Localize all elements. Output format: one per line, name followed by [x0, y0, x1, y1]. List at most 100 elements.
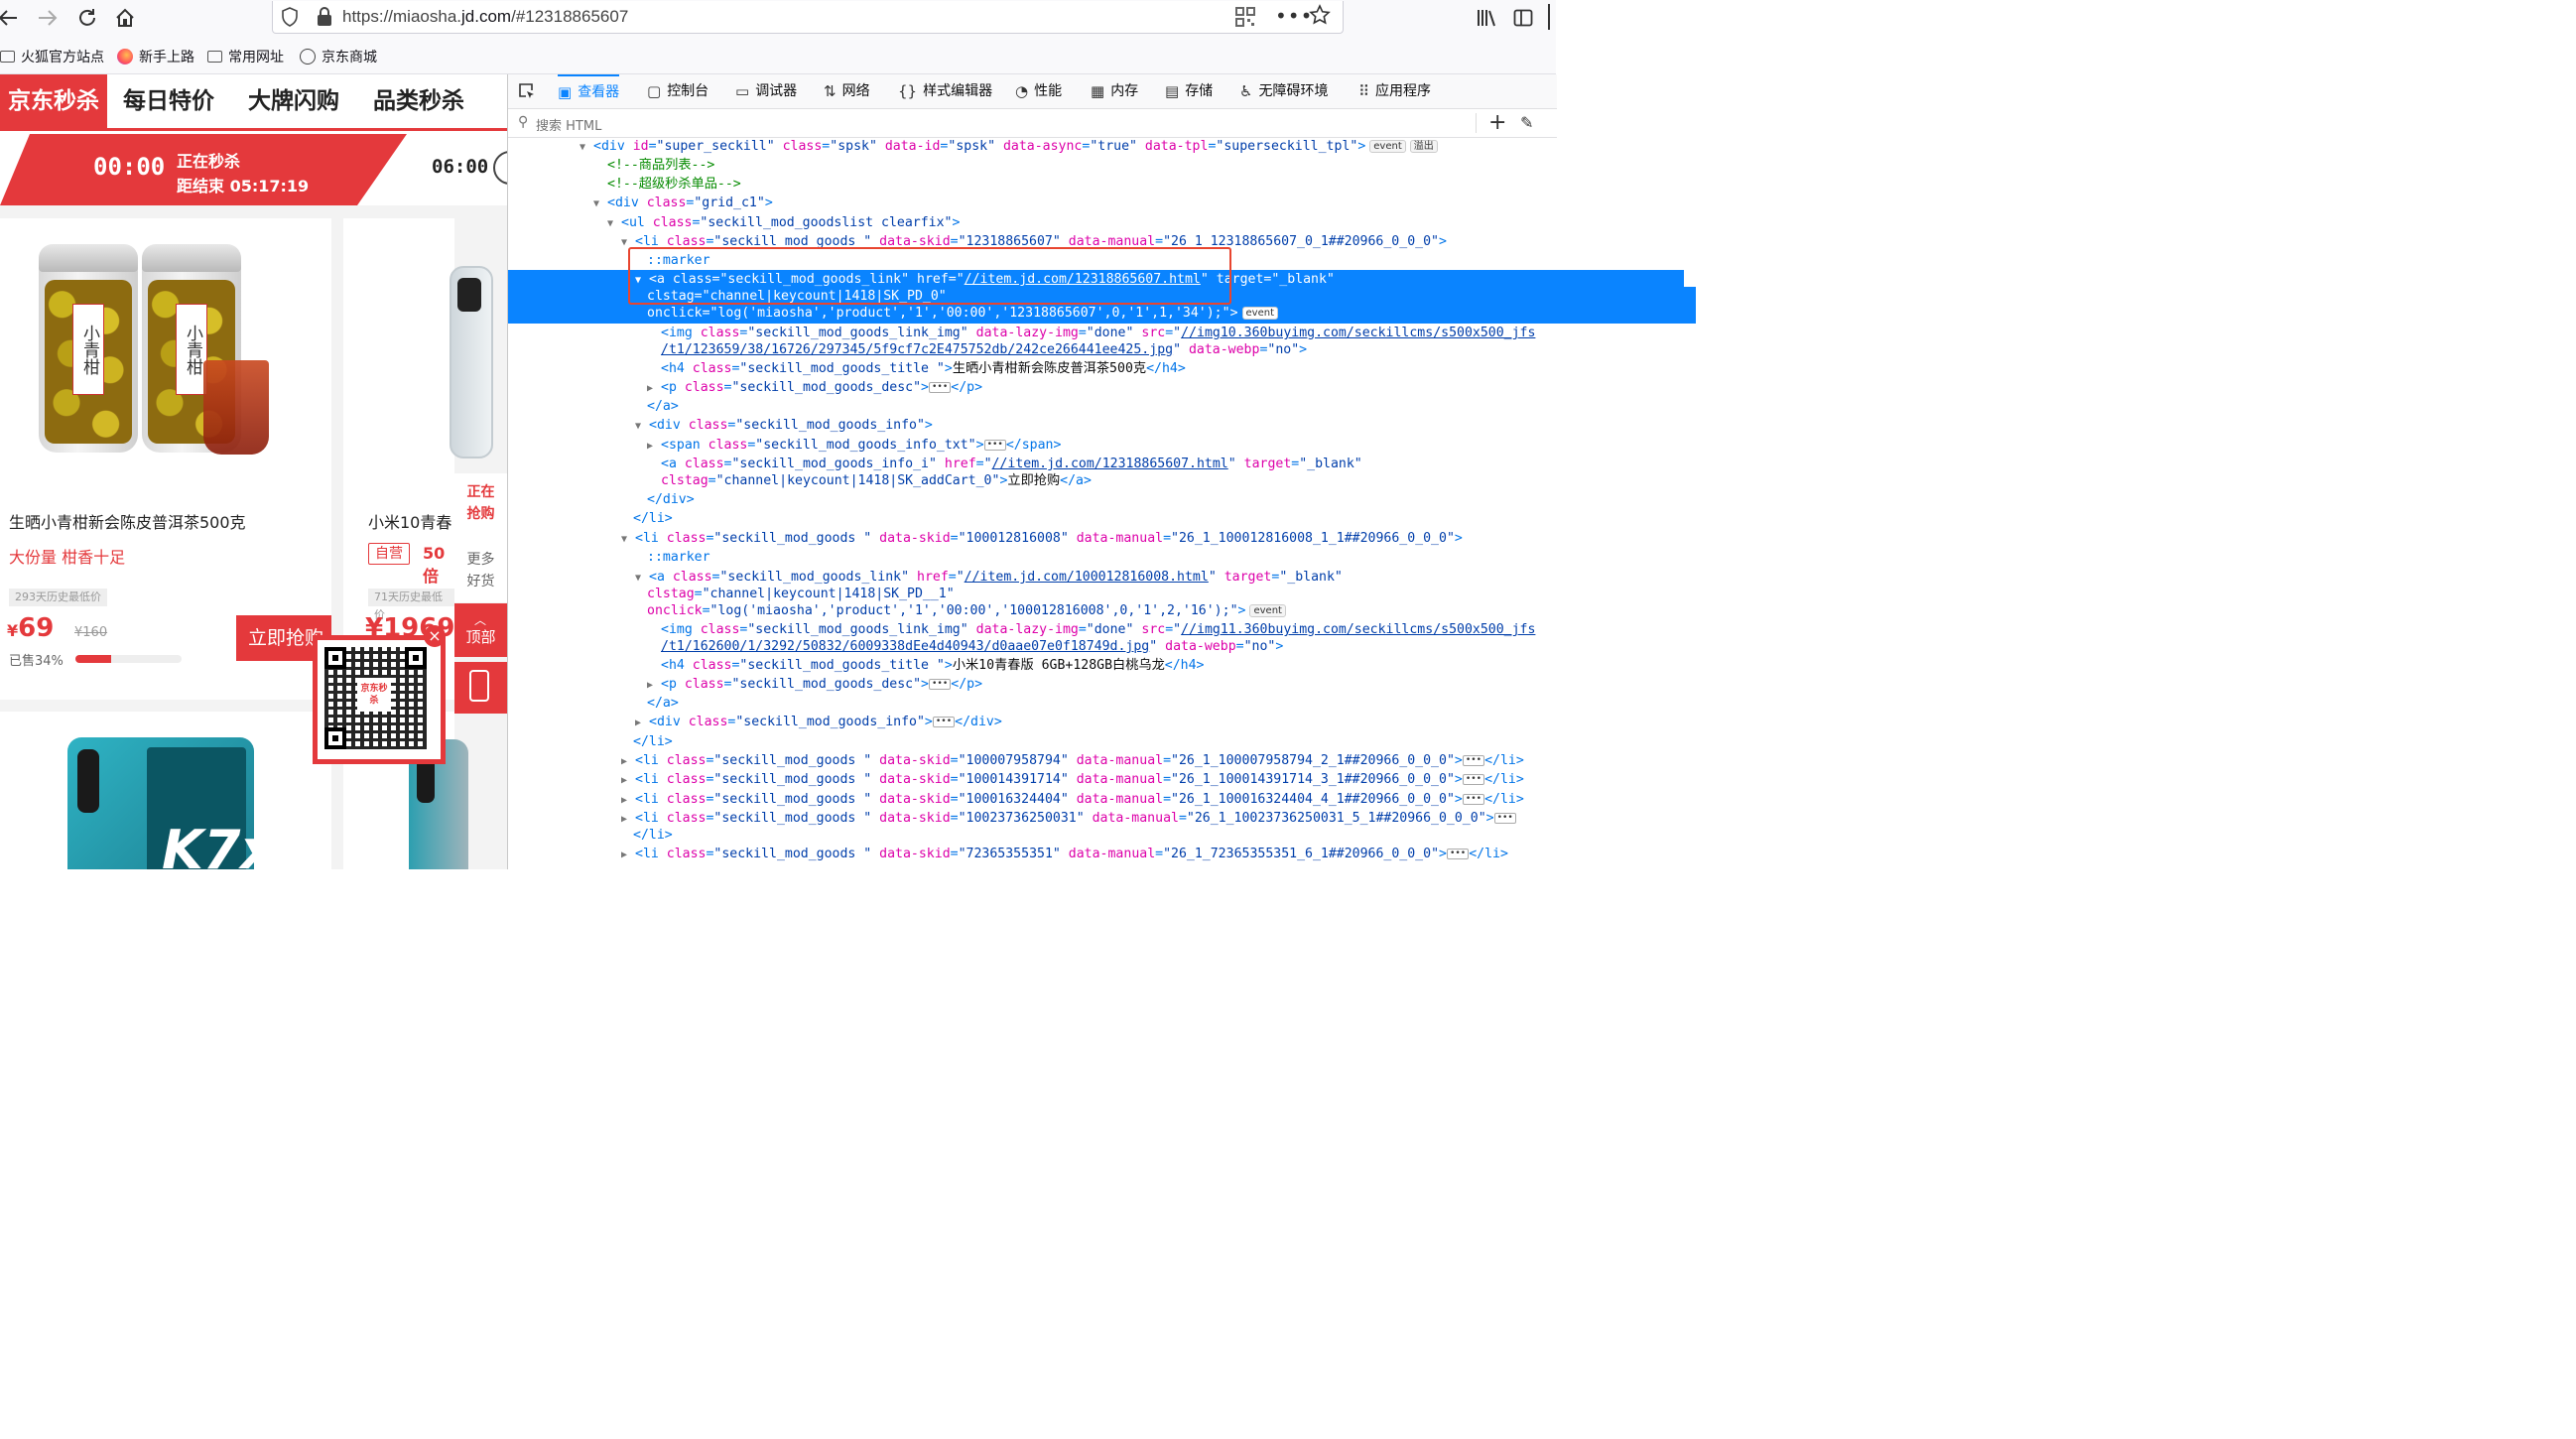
bookmark-star-icon[interactable]: [1309, 4, 1331, 30]
side-more-goods[interactable]: 更多 好货: [454, 549, 507, 592]
back-to-top-label: 顶部: [465, 628, 496, 646]
element-picker-icon: [519, 83, 534, 98]
devtools-panel: ▣ 查看器 ▢ 控制台 ▭ 调试器 ⇅ 网络 {} 样式编辑器 ◔ 性能 ▦ 内存 ▤ 存储 ♿…: [507, 74, 1696, 869]
tree-node[interactable]: ▶ <p class="seckill_mod_goods_desc"> ••• </…: [508, 675, 1696, 694]
style-editor-icon: {}: [898, 82, 918, 100]
tree-node[interactable]: </a>: [508, 397, 1696, 416]
bookmark-common-urls[interactable]: 常用网址: [207, 47, 284, 66]
product-title[interactable]: 生晒小青柑新会陈皮普洱茶500克: [9, 509, 246, 533]
nav-brand-flash[interactable]: 大牌闪购: [248, 74, 339, 128]
sold-percent: 已售34%: [9, 654, 64, 669]
tree-node[interactable]: </li>: [508, 826, 1682, 845]
tree-node[interactable]: </a>: [508, 694, 1696, 713]
performance-icon: ◔: [1015, 82, 1029, 100]
tab-network[interactable]: ⇅ 网络: [824, 74, 870, 108]
qr-code-popup: 京东秒杀: [313, 635, 446, 764]
tab-performance[interactable]: ◔ 性能: [1015, 74, 1062, 108]
add-node-button[interactable]: +: [1488, 110, 1506, 135]
jar-label: 小青柑: [72, 304, 104, 395]
tree-node[interactable]: ▶ <p class="seckill_mod_goods_desc"> ••• </…: [508, 378, 1696, 397]
bookmark-getting-started[interactable]: 新手上路: [117, 47, 194, 66]
tree-node[interactable]: onclick="log('miaosha','product','1','00…: [508, 601, 1696, 620]
tree-node[interactable]: ▶ <span class="seckill_mod_goods_info_txt…: [508, 436, 1696, 455]
phone-image[interactable]: [450, 266, 493, 458]
next-slot-time[interactable]: 06:00: [432, 156, 488, 178]
tree-node[interactable]: clstag="channel|keycount|1418|SK_addCart…: [508, 471, 1710, 490]
product-card[interactable]: 小青柑 小青柑 生晒小青柑新会陈皮普洱茶500克 大份量 柑香十足 293天历史…: [0, 218, 331, 700]
qr-close-button[interactable]: ×: [424, 625, 446, 647]
element-picker-button[interactable]: [518, 74, 536, 108]
tree-node[interactable]: ▶ <div class="seckill_mod_goods_info"> •••…: [508, 713, 1684, 731]
tab-application[interactable]: ⠿ 应用程序: [1358, 74, 1431, 108]
tab-debugger[interactable]: ▭ 调试器: [735, 74, 797, 108]
tree-node[interactable]: </div>: [508, 490, 1696, 509]
product-title[interactable]: 小米10青春: [368, 509, 451, 533]
tab-storage[interactable]: ▤ 存储: [1165, 74, 1213, 108]
tab-memory[interactable]: ▦ 内存: [1091, 74, 1138, 108]
browser-toolbar: https://miaosha.jd.com/#12318865607 •••: [0, 0, 1556, 38]
tree-node[interactable]: /t1/162600/1/3292/50832/6009338dEe4d4094…: [508, 637, 1710, 656]
eyedropper-icon[interactable]: ✎: [1520, 113, 1533, 132]
tree-node[interactable]: ▶ <li class="seckill_mod_goods " data-ski…: [508, 845, 1670, 863]
event-badge[interactable]: event: [1249, 603, 1286, 617]
tree-node[interactable]: ▶ <li class="seckill_mod_goods " data-ski…: [508, 770, 1670, 789]
tree-node[interactable]: ▼ <div id="super_seckill" class="spsk" da…: [508, 137, 1628, 156]
sidebar-toggle-icon[interactable]: [1509, 4, 1537, 32]
product-subtitle: 50倍: [423, 544, 446, 586]
reload-icon[interactable]: [73, 4, 101, 32]
forward-arrow-icon[interactable]: [34, 4, 62, 32]
tree-node[interactable]: ▶ <li class="seckill_mod_goods " data-ski…: [508, 751, 1670, 770]
qr-code-icon[interactable]: [1235, 7, 1255, 31]
side-now-seckill[interactable]: 正在 抢购: [454, 481, 507, 525]
tree-node[interactable]: ▼ <div class="grid_c1">: [508, 194, 1642, 212]
tree-node[interactable]: ▼ <li class="seckill_mod_goods " data-ski…: [508, 529, 1670, 548]
tab-console[interactable]: ▢ 控制台: [647, 74, 708, 108]
tree-node[interactable]: <h4 class="seckill_mod_goods_title ">生晒小…: [508, 359, 1710, 378]
history-low-badge: 71天历史最低价: [368, 589, 454, 621]
tree-node[interactable]: ▼ <div class="seckill_mod_goods_info">: [508, 416, 1684, 435]
devtools-tabs: ▣ 查看器 ▢ 控制台 ▭ 调试器 ⇅ 网络 {} 样式编辑器 ◔ 性能 ▦ 内存 ▤ 存储 ♿…: [508, 74, 1557, 109]
url-bar[interactable]: https://miaosha.jd.com/#12318865607 •••: [272, 1, 1344, 34]
home-icon[interactable]: [111, 4, 139, 32]
tree-pseudo[interactable]: ::marker: [508, 548, 1696, 567]
storage-icon: ▤: [1165, 82, 1180, 100]
mobile-app-button[interactable]: [454, 662, 507, 714]
phone-image[interactable]: K7x: [67, 737, 275, 869]
bookmark-jd-mall[interactable]: 京东商城: [300, 47, 377, 66]
overflow-badge[interactable]: 溢出: [1409, 139, 1438, 153]
folder-icon: [0, 51, 15, 63]
back-to-top-button[interactable]: ︿ 顶部: [454, 603, 507, 657]
tree-node[interactable]: /t1/123659/38/16726/297345/5f9cf7c2E4757…: [508, 340, 1710, 359]
bookmark-label: 火狐官方站点: [21, 49, 104, 65]
html-search-input[interactable]: 搜索 HTML: [536, 115, 601, 134]
lock-icon[interactable]: [317, 7, 332, 31]
tree-node[interactable]: </li>: [508, 732, 1682, 751]
product-image[interactable]: 小青柑 小青柑: [35, 238, 283, 466]
original-price: ¥160: [74, 625, 108, 640]
library-icon[interactable]: [1473, 4, 1500, 32]
product-card[interactable]: K7x: [0, 712, 331, 869]
tracking-shield-icon[interactable]: [281, 7, 299, 31]
nav-daily-deals[interactable]: 每日特价: [123, 74, 214, 128]
url-text[interactable]: https://miaosha.jd.com/#12318865607: [342, 7, 628, 27]
tab-style-editor[interactable]: {} 样式编辑器: [898, 74, 992, 108]
next-slot-arrow[interactable]: [493, 151, 507, 185]
event-badge[interactable]: event: [1369, 139, 1406, 153]
tree-node[interactable]: ▶ <li class="seckill_mod_goods " data-ski…: [508, 790, 1670, 809]
tree-comment[interactable]: <!--超级秒杀单品-->: [508, 175, 1656, 194]
bookmark-firefox-site[interactable]: 火狐官方站点: [0, 47, 104, 66]
tree-node[interactable]: </li>: [508, 509, 1682, 528]
page-actions-icon[interactable]: •••: [1275, 4, 1313, 28]
category-nav: 京东秒杀 每日特价 大牌闪购 品类秒杀: [0, 74, 507, 131]
tree-node[interactable]: <h4 class="seckill_mod_goods_title ">小米1…: [508, 656, 1710, 675]
tree-comment[interactable]: <!--商品列表-->: [508, 156, 1656, 175]
nav-category-seckill[interactable]: 品类秒杀: [373, 74, 464, 128]
tree-node[interactable]: ▼ <ul class="seckill_mod_goodslist clearf…: [508, 213, 1656, 232]
back-arrow-icon[interactable]: [0, 4, 22, 32]
tab-accessibility[interactable]: ♿ 无障碍环境: [1239, 74, 1328, 108]
tree-node-selected[interactable]: onclick="log('miaosha','product','1','00…: [508, 304, 1696, 324]
event-badge[interactable]: event: [1241, 306, 1279, 320]
tab-inspector[interactable]: ▣ 查看器: [558, 74, 620, 108]
html-search-bar: ⚲ 搜索 HTML + ✎: [508, 109, 1557, 138]
nav-jd-seckill[interactable]: 京东秒杀: [0, 74, 107, 128]
